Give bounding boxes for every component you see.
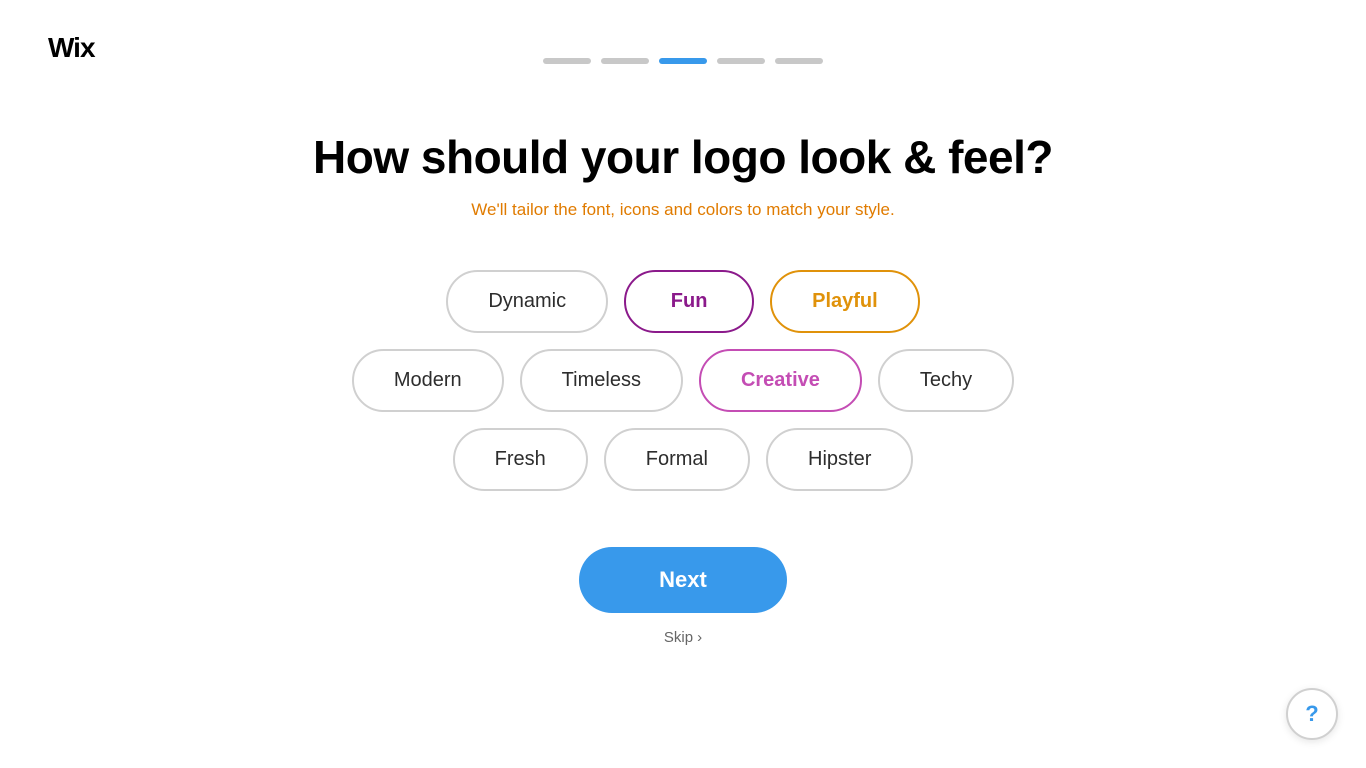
wix-logo: Wix [48,32,95,64]
progress-step-4 [717,58,765,64]
option-hipster[interactable]: Hipster [766,428,913,491]
option-timeless[interactable]: Timeless [520,349,683,412]
progress-bar [543,58,823,64]
option-playful[interactable]: Playful [770,270,920,333]
help-button[interactable]: ? [1286,688,1338,740]
page-title: How should your logo look & feel? [313,130,1053,184]
option-fun[interactable]: Fun [624,270,754,333]
option-creative[interactable]: Creative [699,349,862,412]
progress-step-2 [601,58,649,64]
progress-step-1 [543,58,591,64]
options-row-3: Fresh Formal Hipster [453,428,914,491]
options-container: Dynamic Fun Playful Modern Timeless Crea… [352,270,1014,491]
option-modern[interactable]: Modern [352,349,504,412]
option-dynamic[interactable]: Dynamic [446,270,608,333]
page-subtitle: We'll tailor the font, icons and colors … [471,200,894,220]
option-techy[interactable]: Techy [878,349,1014,412]
option-fresh[interactable]: Fresh [453,428,588,491]
progress-step-5 [775,58,823,64]
main-content: How should your logo look & feel? We'll … [233,100,1133,646]
progress-step-3 [659,58,707,64]
next-button[interactable]: Next [579,547,787,613]
options-row-2: Modern Timeless Creative Techy [352,349,1014,412]
options-row-1: Dynamic Fun Playful [446,270,919,333]
option-formal[interactable]: Formal [604,428,750,491]
skip-arrow-icon: › [697,629,702,646]
skip-button[interactable]: Skip › [664,629,702,646]
skip-label: Skip [664,629,693,646]
